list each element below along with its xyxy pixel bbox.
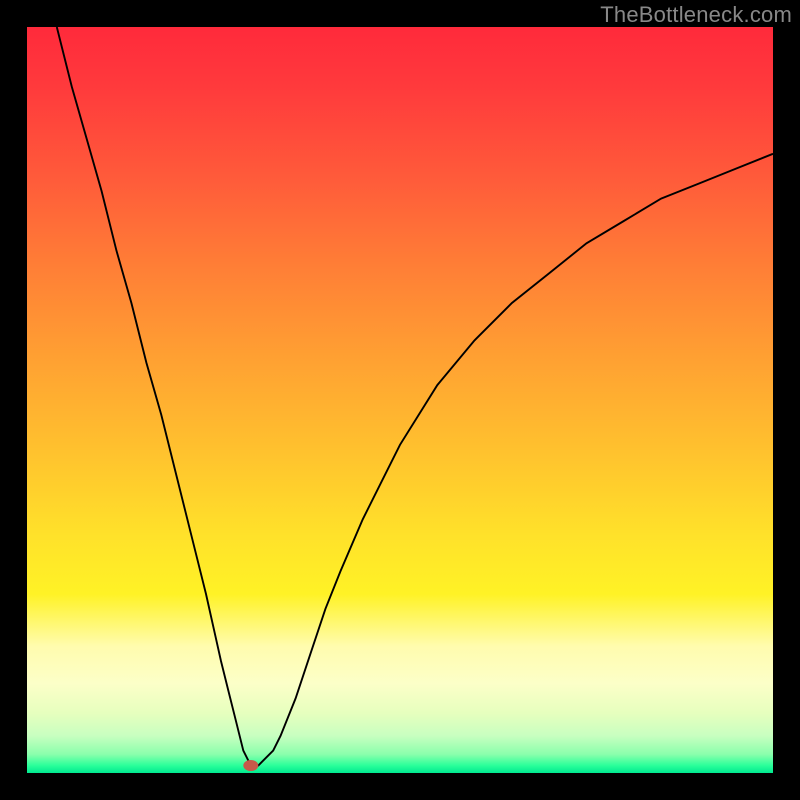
watermark-text: TheBottleneck.com <box>600 2 792 28</box>
plot-area <box>27 27 773 773</box>
curve-overlay <box>27 27 773 773</box>
bottleneck-curve <box>57 27 773 766</box>
optimum-marker <box>244 761 258 771</box>
chart-container: TheBottleneck.com <box>0 0 800 800</box>
